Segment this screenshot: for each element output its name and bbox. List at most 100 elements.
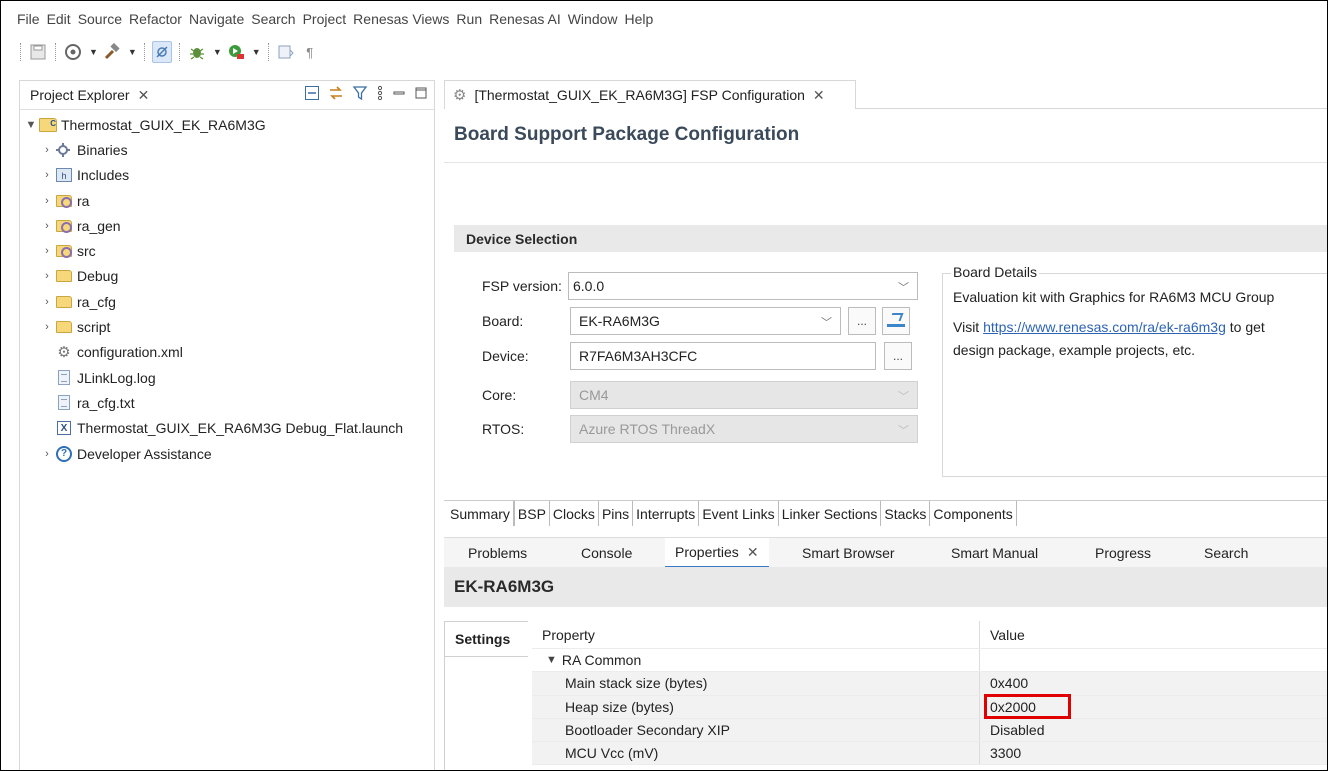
collapse-all-icon[interactable] xyxy=(304,85,320,105)
chevron-right-icon[interactable]: › xyxy=(40,270,54,282)
menu-edit[interactable]: Edit xyxy=(47,11,71,35)
property-value-cell[interactable]: 0x2000 xyxy=(980,693,1327,719)
debug-dropdown-icon[interactable]: ▼ xyxy=(213,47,222,57)
tree-item-launch-file[interactable]: X Thermostat_GUIX_EK_RA6M3G Debug_Flat.l… xyxy=(20,416,434,441)
tree-item-src[interactable]: › src xyxy=(20,238,434,263)
tree-item-configuration-xml[interactable]: ⚙ configuration.xml xyxy=(20,340,434,365)
chevron-down-icon[interactable]: ▼ xyxy=(24,119,38,131)
close-icon[interactable]: ✕ xyxy=(813,87,825,104)
project-icon: C xyxy=(38,117,58,133)
menu-file[interactable]: File xyxy=(17,11,40,35)
tree-item-ra-gen[interactable]: › ra_gen xyxy=(20,213,434,238)
tab-smart-manual[interactable]: Smart Manual xyxy=(951,538,1038,568)
tab-problems[interactable]: Problems xyxy=(468,538,527,568)
table-row[interactable]: Main stack size (bytes) 0x400 xyxy=(532,672,1327,696)
maximize-icon[interactable] xyxy=(414,85,428,105)
table-row[interactable]: Bootloader Secondary XIP Disabled xyxy=(532,718,1327,743)
board-select[interactable]: EK-RA6M3G ﹀ xyxy=(570,307,841,335)
table-header: Property Value xyxy=(532,621,1327,649)
property-value[interactable]: Disabled xyxy=(980,718,1327,742)
tab-components[interactable]: Components xyxy=(930,501,1017,526)
tab-clocks[interactable]: Clocks xyxy=(549,501,599,526)
filter-icon[interactable] xyxy=(352,85,368,105)
tab-pins[interactable]: Pins xyxy=(598,501,634,526)
tab-event-links[interactable]: Event Links xyxy=(699,501,779,526)
tab-fsp-configuration[interactable]: ⚙ [Thermostat_GUIX_EK_RA6M3G] FSP Config… xyxy=(444,80,856,109)
tree-item-developer-assistance[interactable]: › ? Developer Assistance xyxy=(20,441,434,466)
project-explorer-panel: Project Explorer ✕ ▼ C Thermostat_GUIX_E… xyxy=(19,80,435,770)
device-label: Device: xyxy=(482,348,529,364)
tab-linker-sections[interactable]: Linker Sections xyxy=(778,501,882,526)
chevron-right-icon[interactable]: › xyxy=(40,321,54,333)
tree-item-ra-cfg[interactable]: › ra_cfg xyxy=(20,289,434,314)
tab-summary[interactable]: Summary xyxy=(444,501,514,526)
link-with-editor-icon[interactable] xyxy=(328,85,344,105)
export-board-button[interactable] xyxy=(882,307,910,335)
table-row[interactable]: Heap size (bytes) 0x2000 xyxy=(532,693,1327,719)
chevron-right-icon[interactable]: › xyxy=(40,296,54,308)
tree-root[interactable]: ▼ C Thermostat_GUIX_EK_RA6M3G xyxy=(20,112,434,137)
tree-item-includes[interactable]: › h Includes xyxy=(20,163,434,188)
chevron-right-icon[interactable]: › xyxy=(40,169,54,181)
menu-run[interactable]: Run xyxy=(456,11,482,35)
device-browse-button[interactable]: ... xyxy=(884,342,912,370)
tab-search[interactable]: Search xyxy=(1204,538,1248,568)
tab-project-explorer[interactable]: Project Explorer ✕ xyxy=(30,87,149,104)
menu-project[interactable]: Project xyxy=(303,11,347,35)
console-icon[interactable] xyxy=(276,41,296,63)
menu-window[interactable]: Window xyxy=(568,11,618,35)
tab-progress[interactable]: Progress xyxy=(1095,538,1151,568)
board-browse-button[interactable]: ... xyxy=(848,307,876,335)
property-value[interactable]: 3300 xyxy=(980,742,1327,765)
menu-navigate[interactable]: Navigate xyxy=(189,11,244,35)
property-value[interactable]: 0x400 xyxy=(980,672,1327,695)
fsp-version-select[interactable]: 6.0.0 ﹀ xyxy=(568,272,918,300)
view-menu-icon[interactable] xyxy=(376,85,384,105)
menu-search[interactable]: Search xyxy=(251,11,295,35)
tab-bsp[interactable]: BSP xyxy=(513,501,550,526)
menu-source[interactable]: Source xyxy=(78,11,122,35)
menu-refactor[interactable]: Refactor xyxy=(129,11,182,35)
table-row[interactable]: MCU Vcc (mV) 3300 xyxy=(532,742,1327,766)
chevron-right-icon[interactable]: › xyxy=(40,195,54,207)
tree-item-debug[interactable]: › Debug xyxy=(20,264,434,289)
tab-console[interactable]: Console xyxy=(581,538,632,568)
tab-interrupts[interactable]: Interrupts xyxy=(633,501,700,526)
tab-stacks[interactable]: Stacks xyxy=(881,501,931,526)
menu-renesas-ai[interactable]: Renesas AI xyxy=(489,11,561,35)
chevron-right-icon[interactable]: › xyxy=(40,144,54,156)
build-dropdown-icon[interactable]: ▼ xyxy=(128,47,137,57)
device-field[interactable]: R7FA6M3AH3CFC xyxy=(570,342,876,370)
run-icon[interactable] xyxy=(226,41,246,63)
group-row-ra-common[interactable]: ▼ RA Common xyxy=(532,649,1327,673)
chevron-down-icon[interactable]: ▼ xyxy=(546,654,557,666)
chevron-right-icon[interactable]: › xyxy=(40,448,54,460)
menu-help[interactable]: Help xyxy=(625,11,654,35)
save-icon[interactable] xyxy=(28,41,48,63)
pilcrow-icon[interactable]: ¶ xyxy=(300,41,320,63)
chevron-right-icon[interactable]: › xyxy=(40,245,54,257)
menu-renesas-views[interactable]: Renesas Views xyxy=(353,11,449,35)
chevron-right-icon[interactable]: › xyxy=(40,220,54,232)
tree-item-binaries[interactable]: › Binaries xyxy=(20,137,434,162)
help-icon: ? xyxy=(54,445,74,462)
board-link[interactable]: https://www.renesas.com/ra/ek-ra6m3g xyxy=(983,319,1226,335)
target-dropdown-icon[interactable]: ▼ xyxy=(89,47,98,57)
tab-label: Progress xyxy=(1095,545,1152,561)
hammer-icon[interactable] xyxy=(102,41,122,63)
close-icon[interactable]: ✕ xyxy=(747,544,759,561)
tree-item-script[interactable]: › script xyxy=(20,314,434,339)
minimize-icon[interactable] xyxy=(392,85,406,105)
tab-properties[interactable]: Properties ✕ xyxy=(665,538,769,568)
close-icon[interactable]: ✕ xyxy=(138,87,150,104)
tab-settings[interactable]: Settings xyxy=(444,621,528,657)
tree-item-ra[interactable]: › ra xyxy=(20,188,434,213)
target-icon[interactable] xyxy=(63,41,83,63)
run-dropdown-icon[interactable]: ▼ xyxy=(252,47,261,57)
debug-icon[interactable] xyxy=(187,41,207,63)
tab-smart-browser[interactable]: Smart Browser xyxy=(802,538,895,568)
tree-item-jlinklog[interactable]: JLinkLog.log xyxy=(20,365,434,390)
skip-breakpoints-icon[interactable] xyxy=(151,41,172,63)
column-header-property: Property xyxy=(532,621,980,648)
tree-item-ra-cfg-txt[interactable]: ra_cfg.txt xyxy=(20,390,434,415)
